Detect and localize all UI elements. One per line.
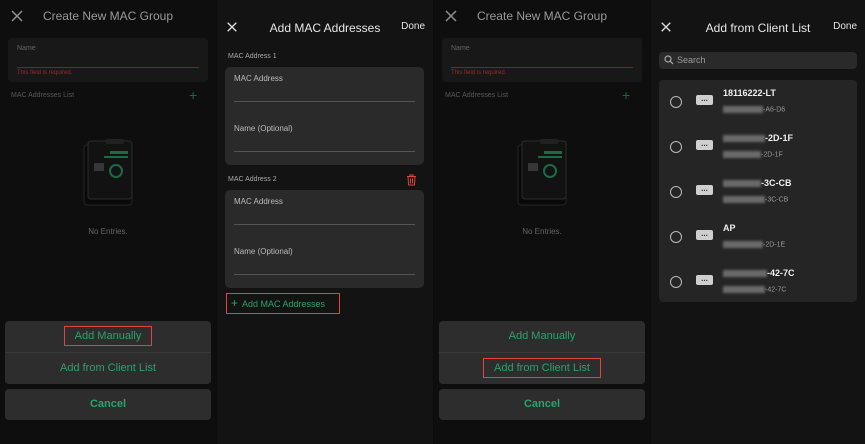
client-row[interactable]: ... AP -2D-1E [659,215,857,260]
trash-icon[interactable] [406,174,417,186]
search-bar[interactable]: Search [659,52,857,69]
device-icon: ... [696,140,713,150]
radio-button[interactable] [670,186,682,198]
empty-clipboard-icon [83,139,133,206]
header: Add MAC Addresses Done [217,0,433,35]
blurred-mac [723,106,763,113]
page-title: Create New MAC Group [476,9,608,23]
add-manually-option[interactable]: Add Manually [5,321,211,353]
divider [234,224,415,225]
blurred-name [723,270,767,278]
add-from-client-label: Add from Client List [483,358,601,378]
create-mac-group-screen: Create New MAC Group Name This field is … [434,0,650,444]
cancel-button[interactable]: Cancel [5,389,211,420]
empty-clipboard-icon [517,139,567,206]
name-field[interactable]: Name This field is required. [8,38,208,82]
done-button[interactable]: Done [401,21,425,32]
blurred-mac [723,151,761,158]
no-entries-text: No Entries. [88,227,128,236]
divider [234,101,415,102]
action-sheet: Add Manually Add from Client List [5,321,211,384]
add-plus-icon[interactable]: + [189,88,197,102]
mac-address-input[interactable]: MAC Address [234,74,283,83]
add-mac-addresses-button[interactable]: + Add MAC Addresses [226,293,340,314]
mac-address-input[interactable]: MAC Address [234,197,283,206]
blurred-mac [723,286,765,293]
name-optional-input[interactable]: Name (Optional) [234,124,293,133]
client-mac: -2D-1F [723,151,783,158]
device-icon: ... [696,275,713,285]
client-mac: -42-7C [723,286,786,293]
add-from-client-option[interactable]: Add from Client List [439,353,645,384]
mac-address-1-card: MAC Address Name (Optional) [225,67,424,165]
name-underline [451,67,633,68]
client-list-screen: Add from Client List Done Search ... 181… [651,0,865,444]
client-mac: -3C-CB [723,196,788,203]
add-manually-option[interactable]: Add Manually [439,321,645,353]
create-mac-group-screen: Create New MAC Group Name This field is … [0,0,216,444]
header: Create New MAC Group [0,0,216,34]
radio-button[interactable] [670,231,682,243]
name-underline [17,67,199,68]
add-mac-addresses-screen: Add MAC Addresses Done MAC Address 1 MAC… [217,0,433,444]
blurred-mac [723,196,765,203]
mac-list-label: MAC Addresses List [11,92,75,99]
mac-list-label: MAC Addresses List [445,92,509,99]
add-from-client-option[interactable]: Add from Client List [5,353,211,384]
device-icon: ... [696,95,713,105]
name-label: Name [17,45,36,52]
client-row[interactable]: ... 18116222-LT -A6-D6 [659,80,857,125]
client-row[interactable]: ... -42-7C -42-7C [659,260,857,305]
name-error: This field is required. [451,70,507,76]
name-error: This field is required. [17,70,73,76]
search-icon [664,55,674,65]
page-title: Create New MAC Group [42,9,174,23]
blurred-mac [723,241,763,248]
radio-button[interactable] [670,96,682,108]
name-optional-input[interactable]: Name (Optional) [234,247,293,256]
no-entries-text: No Entries. [522,227,562,236]
radio-button[interactable] [670,141,682,153]
header: Create New MAC Group [434,0,650,34]
mac-address-1-label: MAC Address 1 [228,53,277,60]
client-mac: -A6-D6 [723,106,785,113]
name-field[interactable]: Name This field is required. [442,38,642,82]
divider [234,151,415,152]
client-name: AP [723,223,736,233]
search-input[interactable]: Search [677,55,706,65]
add-plus-icon[interactable]: + [622,88,630,102]
blurred-name [723,135,765,143]
client-name: 18116222-LT [723,88,776,98]
header: Add from Client List Done [651,0,865,35]
name-label: Name [451,45,470,52]
cancel-button[interactable]: Cancel [439,389,645,420]
mac-address-2-card: MAC Address Name (Optional) [225,190,424,288]
radio-button[interactable] [670,276,682,288]
mac-address-2-label: MAC Address 2 [228,176,277,183]
add-mac-addresses-label: Add MAC Addresses [242,299,326,309]
blurred-name [723,180,761,188]
device-icon: ... [696,185,713,195]
client-row[interactable]: ... -3C-CB -3C-CB [659,170,857,215]
action-sheet: Add Manually Add from Client List [439,321,645,384]
divider [234,274,415,275]
client-list: ... 18116222-LT -A6-D6 ... -2D-1F -2D-1F… [659,80,857,302]
client-row[interactable]: ... -2D-1F -2D-1F [659,125,857,170]
device-icon: ... [696,230,713,240]
plus-icon: + [231,296,239,310]
client-name: -2D-1F [723,133,793,143]
client-mac: -2D-1E [723,241,785,248]
client-name: -42-7C [723,268,795,278]
add-manually-label: Add Manually [63,326,153,346]
done-button[interactable]: Done [833,21,857,32]
client-name: -3C-CB [723,178,792,188]
